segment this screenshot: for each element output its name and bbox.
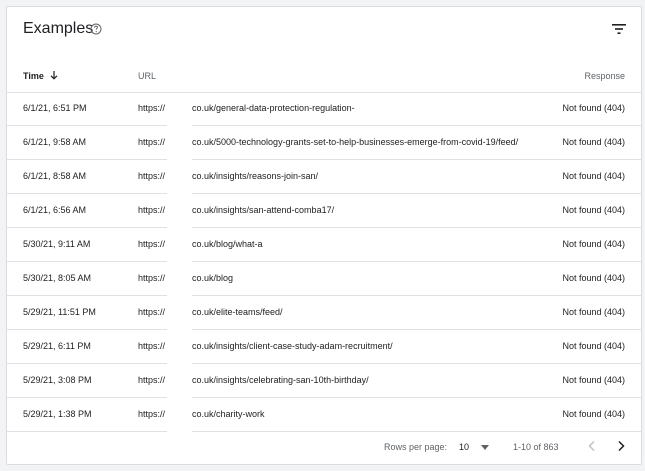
cell-url-path: co.uk/insights/reasons-join-san/ bbox=[192, 171, 319, 181]
cell-url-scheme: https:// bbox=[138, 171, 166, 181]
cell-url-scheme: https:// bbox=[138, 103, 166, 113]
cell-time: 5/30/21, 9:11 AM bbox=[23, 239, 91, 249]
cell-time: 5/29/21, 11:51 PM bbox=[23, 307, 96, 317]
cell-url-scheme: https:// bbox=[138, 273, 166, 283]
cell-url-path: co.uk/blog/what-a bbox=[192, 239, 263, 249]
table-row[interactable]: 6/1/21, 8:58 AM https:// co.uk/insights/… bbox=[7, 160, 641, 194]
cell-url-scheme: https:// bbox=[138, 205, 166, 215]
help-circle-icon[interactable] bbox=[90, 23, 102, 35]
dropdown-arrow-icon bbox=[481, 445, 489, 450]
cell-response: Not found (404) bbox=[562, 137, 625, 147]
card-header: Examples bbox=[7, 7, 641, 53]
cell-time: 5/30/21, 8:05 AM bbox=[23, 273, 92, 283]
cell-response: Not found (404) bbox=[562, 409, 625, 419]
cell-url-scheme: https:// bbox=[138, 307, 166, 317]
cell-url-scheme: https:// bbox=[138, 341, 166, 351]
cell-time: 5/29/21, 6:11 PM bbox=[23, 341, 91, 351]
cell-time: 6/1/21, 8:58 AM bbox=[23, 171, 87, 181]
cell-url-path: co.uk/insights/celebrating-san-10th-birt… bbox=[192, 375, 369, 385]
table-row[interactable]: 6/1/21, 9:58 AM https:// co.uk/5000-tech… bbox=[7, 126, 641, 160]
cell-time: 6/1/21, 6:56 AM bbox=[23, 205, 87, 215]
cell-response: Not found (404) bbox=[562, 171, 625, 181]
cell-url-path: co.uk/insights/san-attend-comba17/ bbox=[192, 205, 335, 215]
rows-per-page-select[interactable]: 10 bbox=[459, 438, 491, 456]
cell-time: 6/1/21, 6:51 PM bbox=[23, 103, 87, 113]
cell-response: Not found (404) bbox=[562, 307, 625, 317]
chevron-right-icon[interactable] bbox=[614, 439, 628, 453]
cell-time: 5/29/21, 1:38 PM bbox=[23, 409, 92, 419]
arrow-down-icon[interactable] bbox=[48, 69, 60, 81]
rows-per-page-label: Rows per page: bbox=[384, 442, 448, 452]
cell-url-path: co.uk/elite-teams/feed/ bbox=[192, 307, 283, 317]
pagination-range: 1-10 of 863 bbox=[513, 442, 559, 452]
table-header-row: Time URL Response bbox=[7, 61, 641, 93]
cell-response: Not found (404) bbox=[562, 375, 625, 385]
redacted-domain-area bbox=[167, 93, 192, 432]
cell-url-scheme: https:// bbox=[138, 137, 166, 147]
cell-response: Not found (404) bbox=[562, 341, 625, 351]
cell-url-path: co.uk/blog bbox=[192, 273, 234, 283]
column-header-response: Response bbox=[584, 71, 625, 81]
chevron-left-icon[interactable] bbox=[585, 439, 599, 453]
cell-response: Not found (404) bbox=[562, 103, 625, 113]
cell-url-scheme: https:// bbox=[138, 375, 166, 385]
table-row[interactable]: 5/30/21, 8:05 AM https:// co.uk/blog Not… bbox=[7, 262, 641, 296]
examples-card: Examples Time URL Response 6/1/21, 6:51 … bbox=[6, 6, 642, 465]
table-row[interactable]: 6/1/21, 6:56 AM https:// co.uk/insights/… bbox=[7, 194, 641, 228]
pagination-footer: Rows per page: 10 1-10 of 863 bbox=[7, 430, 641, 464]
filter-icon[interactable] bbox=[611, 21, 627, 37]
table-row[interactable]: 5/29/21, 11:51 PM https:// co.uk/elite-t… bbox=[7, 296, 641, 330]
column-header-url: URL bbox=[138, 71, 157, 81]
table-row[interactable]: 5/30/21, 9:11 AM https:// co.uk/blog/wha… bbox=[7, 228, 641, 262]
table-row[interactable]: 5/29/21, 3:08 PM https:// co.uk/insights… bbox=[7, 364, 641, 398]
table-row[interactable]: 5/29/21, 6:11 PM https:// co.uk/insights… bbox=[7, 330, 641, 364]
cell-url-scheme: https:// bbox=[138, 239, 166, 249]
column-header-time[interactable]: Time bbox=[23, 71, 44, 81]
table-row[interactable]: 6/1/21, 6:51 PM https:// co.uk/general-d… bbox=[7, 92, 641, 126]
table-body: 6/1/21, 6:51 PM https:// co.uk/general-d… bbox=[7, 92, 641, 432]
cell-time: 5/29/21, 3:08 PM bbox=[23, 375, 92, 385]
cell-time: 6/1/21, 9:58 AM bbox=[23, 137, 87, 147]
cell-url-path: co.uk/general-data-protection-regulation… bbox=[192, 103, 355, 113]
cell-url-path: co.uk/insights/client-case-study-adam-re… bbox=[192, 341, 393, 351]
cell-url-path: co.uk/5000-technology-grants-set-to-help… bbox=[192, 137, 519, 147]
card-title: Examples bbox=[23, 20, 94, 37]
cell-response: Not found (404) bbox=[562, 273, 625, 283]
cell-url-path: co.uk/charity-work bbox=[192, 409, 265, 419]
table-row[interactable]: 5/29/21, 1:38 PM https:// co.uk/charity-… bbox=[7, 398, 641, 432]
rows-per-page-value: 10 bbox=[459, 442, 470, 452]
cell-url-scheme: https:// bbox=[138, 409, 166, 419]
cell-response: Not found (404) bbox=[562, 205, 625, 215]
cell-response: Not found (404) bbox=[562, 239, 625, 249]
